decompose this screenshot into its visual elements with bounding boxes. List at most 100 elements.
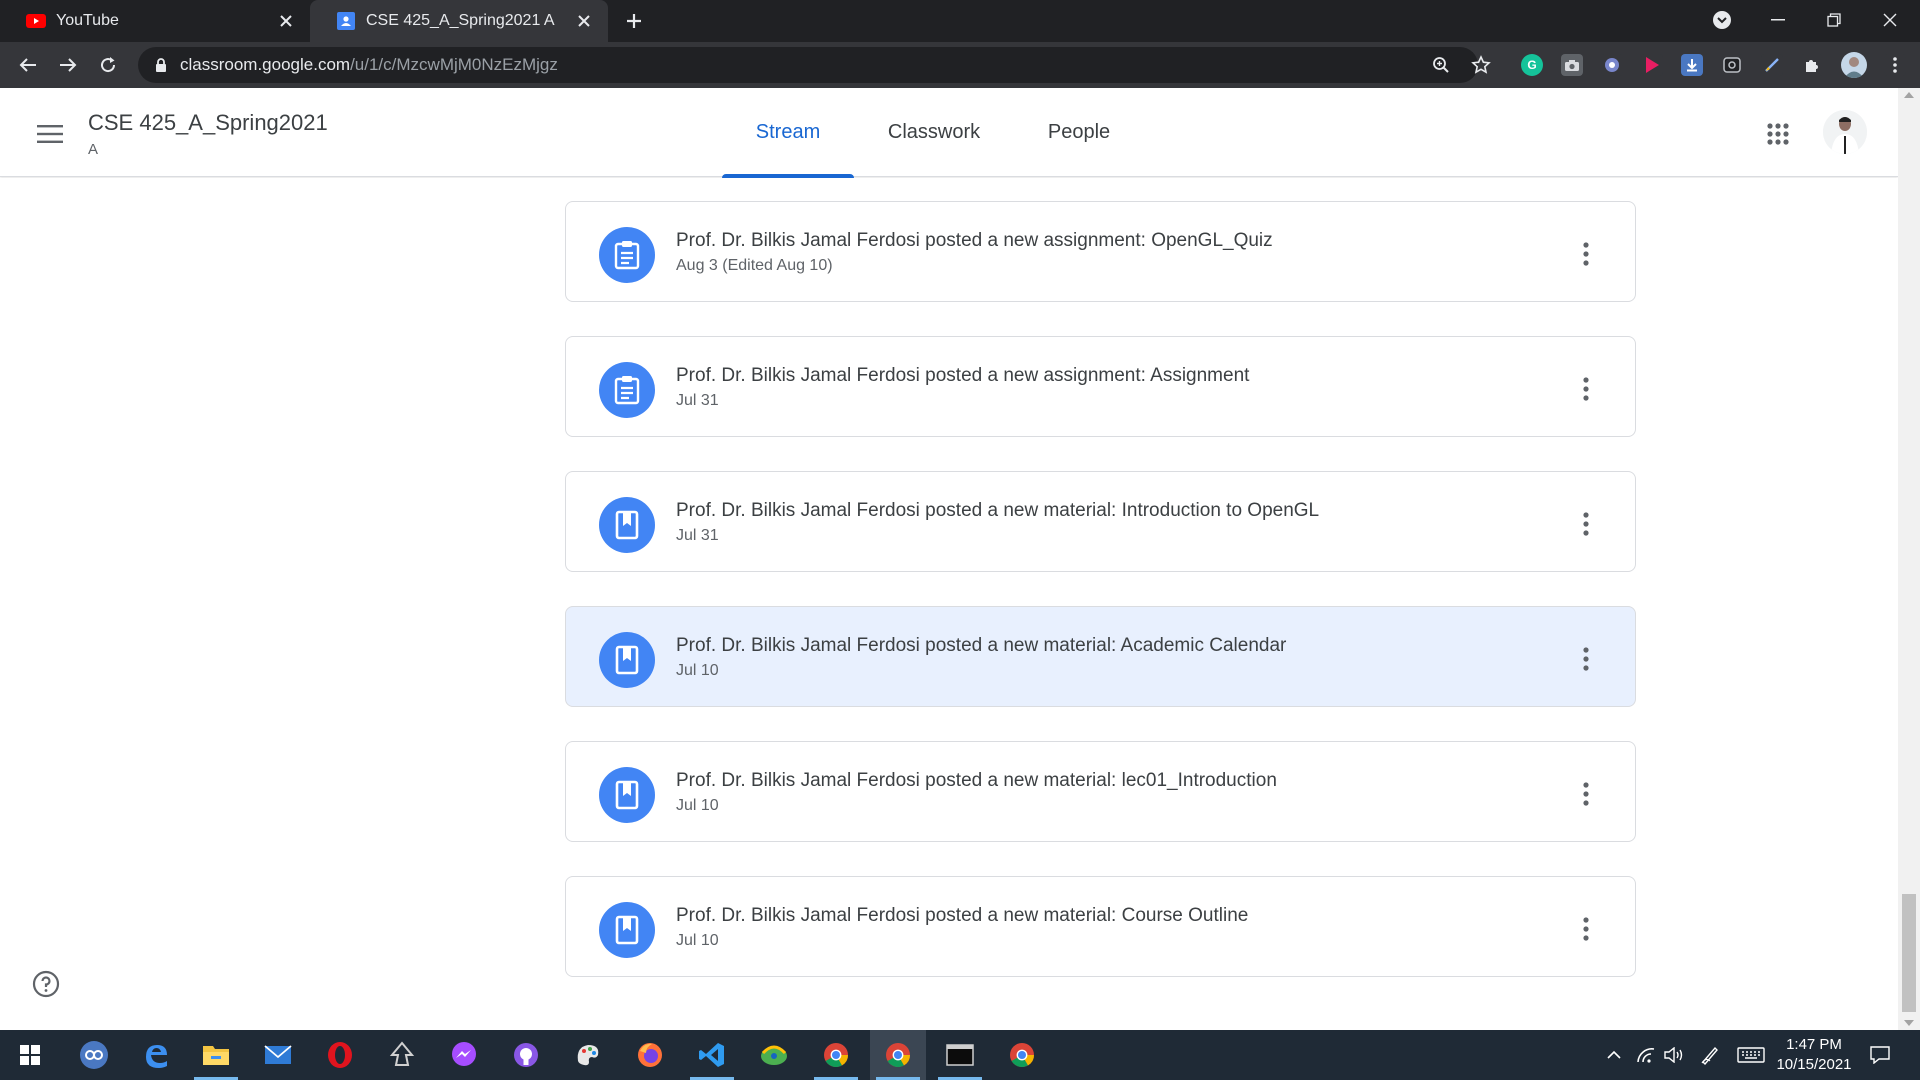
stream-feed: Prof. Dr. Bilkis Jamal Ferdosi posted a … [0, 178, 1898, 1030]
windows-start-icon[interactable] [2, 1030, 58, 1080]
mail-icon[interactable] [250, 1030, 306, 1080]
firefox-icon[interactable] [622, 1030, 678, 1080]
post-date: Aug 3 (Edited Aug 10) [676, 257, 833, 274]
forward-icon[interactable] [54, 51, 82, 79]
notifications-icon[interactable] [1868, 1043, 1892, 1067]
post-title: Prof. Dr. Bilkis Jamal Ferdosi posted a … [676, 365, 1250, 386]
assignment-icon [599, 227, 655, 283]
url-path: /u/1/c/MzcwMjM0NzEzMjgz [350, 55, 558, 74]
show-hidden-icons-icon[interactable] [1602, 1043, 1626, 1067]
terminal-icon[interactable] [932, 1030, 988, 1080]
inkscape-icon[interactable] [374, 1030, 430, 1080]
address-bar[interactable]: classroom.google.com/u/1/c/MzcwMjM0NzEzM… [138, 47, 1491, 83]
extension-pen-icon[interactable] [1761, 54, 1783, 76]
more-options-icon[interactable] [1566, 639, 1606, 679]
bookmark-star-icon[interactable] [1470, 54, 1492, 76]
clock-time: 1:47 PM [1786, 1036, 1842, 1053]
main-menu-icon[interactable] [30, 114, 70, 154]
reload-icon[interactable] [94, 51, 122, 79]
volume-icon[interactable] [1662, 1043, 1686, 1067]
post-date: Jul 10 [676, 797, 719, 814]
more-options-icon[interactable] [1566, 369, 1606, 409]
edge-icon[interactable] [128, 1030, 184, 1080]
url-text: classroom.google.com/u/1/c/MzcwMjM0NzEzM… [180, 55, 558, 75]
taskbar-clock[interactable]: 1:47 PM 10/15/2021 [1768, 1035, 1860, 1075]
wifi-icon[interactable] [1634, 1043, 1658, 1067]
more-options-icon[interactable] [1566, 909, 1606, 949]
post-title: Prof. Dr. Bilkis Jamal Ferdosi posted a … [676, 770, 1277, 791]
lock-icon[interactable] [152, 56, 170, 74]
browser-tab-title: CSE 425_A_Spring2021 A [366, 12, 555, 29]
class-title[interactable]: CSE 425_A_Spring2021 [88, 110, 328, 136]
messenger-icon[interactable] [436, 1030, 492, 1080]
close-window-icon[interactable] [1876, 8, 1904, 32]
chrome-icon[interactable] [808, 1030, 864, 1080]
stream-post[interactable]: Prof. Dr. Bilkis Jamal Ferdosi posted a … [565, 741, 1636, 842]
minimize-icon[interactable] [1764, 8, 1792, 32]
material-icon [599, 497, 655, 553]
tab-classwork[interactable]: Classwork [878, 88, 990, 177]
search-app-icon[interactable] [66, 1030, 122, 1080]
scroll-down-icon[interactable] [1904, 1020, 1914, 1026]
material-icon [599, 767, 655, 823]
post-date: Jul 31 [676, 527, 719, 544]
tab-search-icon[interactable] [1708, 8, 1736, 32]
help-icon[interactable] [30, 968, 62, 1000]
post-title: Prof. Dr. Bilkis Jamal Ferdosi posted a … [676, 500, 1320, 521]
more-options-icon[interactable] [1566, 504, 1606, 544]
keyboard-icon[interactable] [1736, 1043, 1766, 1067]
chrome-dev-icon[interactable] [994, 1030, 1050, 1080]
post-title: Prof. Dr. Bilkis Jamal Ferdosi posted a … [676, 635, 1287, 656]
github-icon[interactable] [498, 1030, 554, 1080]
chrome-profile-icon[interactable] [870, 1030, 926, 1080]
tab-people[interactable]: People [1038, 88, 1120, 177]
browser-tab-youtube[interactable]: YouTube [0, 0, 310, 42]
opera-icon[interactable] [312, 1030, 368, 1080]
extension-eye-icon[interactable] [1601, 54, 1623, 76]
account-avatar[interactable] [1823, 110, 1867, 154]
stream-post[interactable]: Prof. Dr. Bilkis Jamal Ferdosi posted a … [565, 201, 1636, 302]
close-tab-icon[interactable] [574, 11, 594, 31]
extension-play-icon[interactable] [1641, 54, 1663, 76]
google-apps-icon[interactable] [1760, 116, 1796, 152]
back-icon[interactable] [14, 51, 42, 79]
restore-icon[interactable] [1820, 8, 1848, 32]
browser-tab-classroom[interactable]: CSE 425_A_Spring2021 A [310, 0, 608, 42]
stream-post[interactable]: Prof. Dr. Bilkis Jamal Ferdosi posted a … [565, 471, 1636, 572]
stream-post[interactable]: Prof. Dr. Bilkis Jamal Ferdosi posted a … [565, 876, 1636, 977]
stream-post[interactable]: Prof. Dr. Bilkis Jamal Ferdosi posted a … [565, 606, 1636, 707]
class-section: A [88, 141, 99, 158]
file-explorer-icon[interactable] [188, 1030, 244, 1080]
paint-icon[interactable] [560, 1030, 616, 1080]
tab-stream[interactable]: Stream [722, 88, 854, 178]
scroll-thumb[interactable] [1902, 894, 1916, 1012]
download-icon[interactable] [1681, 54, 1703, 76]
extension-screen-icon[interactable] [1721, 54, 1743, 76]
scroll-up-icon[interactable] [1904, 92, 1914, 98]
post-title: Prof. Dr. Bilkis Jamal Ferdosi posted a … [676, 230, 1273, 251]
maps-app-icon[interactable] [746, 1030, 802, 1080]
camera-icon[interactable] [1561, 54, 1583, 76]
profile-avatar-icon[interactable] [1841, 52, 1867, 78]
zoom-icon[interactable] [1430, 54, 1452, 76]
browser-toolbar: classroom.google.com/u/1/c/MzcwMjM0NzEzM… [0, 42, 1920, 88]
vscode-icon[interactable] [684, 1030, 740, 1080]
more-options-icon[interactable] [1566, 774, 1606, 814]
chrome-menu-icon[interactable] [1884, 54, 1906, 76]
extensions-puzzle-icon[interactable] [1801, 54, 1823, 76]
url-host: classroom.google.com [180, 55, 351, 74]
material-icon [599, 632, 655, 688]
post-date: Jul 10 [676, 662, 719, 679]
browser-tab-title: YouTube [56, 12, 119, 29]
material-icon [599, 902, 655, 958]
close-tab-icon[interactable] [276, 11, 296, 31]
page-scrollbar[interactable] [1898, 88, 1920, 1030]
more-options-icon[interactable] [1566, 234, 1606, 274]
new-tab-icon[interactable] [622, 9, 646, 33]
post-date: Jul 10 [676, 932, 719, 949]
stream-post[interactable]: Prof. Dr. Bilkis Jamal Ferdosi posted a … [565, 336, 1636, 437]
pen-icon[interactable] [1698, 1043, 1722, 1067]
windows-taskbar: 1:47 PM 10/15/2021 [0, 1030, 1920, 1080]
post-date: Jul 31 [676, 392, 719, 409]
grammarly-icon[interactable]: G [1521, 54, 1543, 76]
